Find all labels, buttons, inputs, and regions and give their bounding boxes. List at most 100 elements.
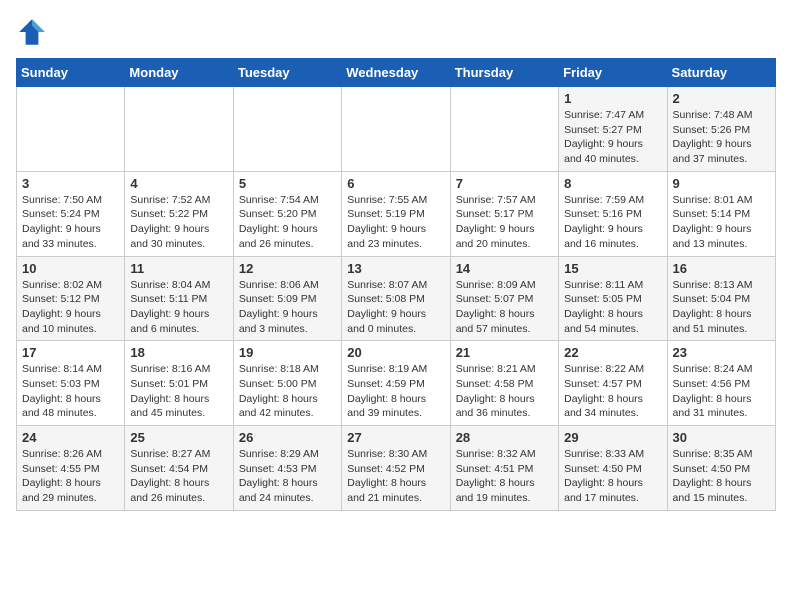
calendar-cell: 10 Sunrise: 8:02 AM Sunset: 5:12 PM Dayli… <box>17 256 125 341</box>
day-number: 23 <box>673 345 770 360</box>
calendar-week-3: 10 Sunrise: 8:02 AM Sunset: 5:12 PM Dayli… <box>17 256 776 341</box>
calendar-cell <box>233 87 341 172</box>
day-number: 7 <box>456 176 553 191</box>
calendar-header-monday: Monday <box>125 59 233 87</box>
calendar-week-5: 24 Sunrise: 8:26 AM Sunset: 4:55 PM Dayli… <box>17 426 776 511</box>
calendar-cell: 1Sunrise: 7:47 AM Sunset: 5:27 PM Daylig… <box>559 87 667 172</box>
day-info: Sunrise: 8:18 AM Sunset: 5:00 PM Dayligh… <box>239 362 336 421</box>
day-info: Sunrise: 8:33 AM Sunset: 4:50 PM Dayligh… <box>564 447 661 506</box>
day-number: 25 <box>130 430 227 445</box>
day-number: 8 <box>564 176 661 191</box>
day-info: Sunrise: 8:30 AM Sunset: 4:52 PM Dayligh… <box>347 447 444 506</box>
day-number: 26 <box>239 430 336 445</box>
day-info: Sunrise: 8:27 AM Sunset: 4:54 PM Dayligh… <box>130 447 227 506</box>
calendar-cell: 24 Sunrise: 8:26 AM Sunset: 4:55 PM Dayli… <box>17 426 125 511</box>
calendar-cell: 29 Sunrise: 8:33 AM Sunset: 4:50 PM Dayli… <box>559 426 667 511</box>
calendar-week-4: 17 Sunrise: 8:14 AM Sunset: 5:03 PM Dayli… <box>17 341 776 426</box>
calendar-header-sunday: Sunday <box>17 59 125 87</box>
calendar-cell: 26 Sunrise: 8:29 AM Sunset: 4:53 PM Dayli… <box>233 426 341 511</box>
day-number: 17 <box>22 345 119 360</box>
day-number: 21 <box>456 345 553 360</box>
calendar-cell: 3 Sunrise: 7:50 AM Sunset: 5:24 PM Daylig… <box>17 171 125 256</box>
calendar-cell: 2 Sunrise: 7:48 AM Sunset: 5:26 PM Daylig… <box>667 87 775 172</box>
day-info: Sunrise: 7:59 AM Sunset: 5:16 PM Dayligh… <box>564 193 661 252</box>
calendar-cell: 9 Sunrise: 8:01 AM Sunset: 5:14 PM Daylig… <box>667 171 775 256</box>
day-info: Sunrise: 7:48 AM Sunset: 5:26 PM Dayligh… <box>673 108 770 167</box>
day-info: Sunrise: 8:26 AM Sunset: 4:55 PM Dayligh… <box>22 447 119 506</box>
calendar-header-row: SundayMondayTuesdayWednesdayThursdayFrid… <box>17 59 776 87</box>
day-info: Sunrise: 7:57 AM Sunset: 5:17 PM Dayligh… <box>456 193 553 252</box>
calendar-cell: 12 Sunrise: 8:06 AM Sunset: 5:09 PM Dayli… <box>233 256 341 341</box>
calendar-week-1: 1Sunrise: 7:47 AM Sunset: 5:27 PM Daylig… <box>17 87 776 172</box>
day-info: Sunrise: 7:55 AM Sunset: 5:19 PM Dayligh… <box>347 193 444 252</box>
day-info: Sunrise: 8:07 AM Sunset: 5:08 PM Dayligh… <box>347 278 444 337</box>
day-number: 9 <box>673 176 770 191</box>
calendar-cell: 22 Sunrise: 8:22 AM Sunset: 4:57 PM Dayli… <box>559 341 667 426</box>
calendar-cell: 8 Sunrise: 7:59 AM Sunset: 5:16 PM Daylig… <box>559 171 667 256</box>
day-info: Sunrise: 8:02 AM Sunset: 5:12 PM Dayligh… <box>22 278 119 337</box>
calendar-cell: 21 Sunrise: 8:21 AM Sunset: 4:58 PM Dayli… <box>450 341 558 426</box>
calendar-cell: 6 Sunrise: 7:55 AM Sunset: 5:19 PM Daylig… <box>342 171 450 256</box>
calendar-cell <box>125 87 233 172</box>
calendar-cell: 5Sunrise: 7:54 AM Sunset: 5:20 PM Daylig… <box>233 171 341 256</box>
day-number: 15 <box>564 261 661 276</box>
day-info: Sunrise: 8:11 AM Sunset: 5:05 PM Dayligh… <box>564 278 661 337</box>
day-number: 3 <box>22 176 119 191</box>
day-number: 22 <box>564 345 661 360</box>
day-info: Sunrise: 8:29 AM Sunset: 4:53 PM Dayligh… <box>239 447 336 506</box>
calendar-cell: 16 Sunrise: 8:13 AM Sunset: 5:04 PM Dayli… <box>667 256 775 341</box>
calendar-cell: 28 Sunrise: 8:32 AM Sunset: 4:51 PM Dayli… <box>450 426 558 511</box>
day-info: Sunrise: 7:52 AM Sunset: 5:22 PM Dayligh… <box>130 193 227 252</box>
day-info: Sunrise: 8:01 AM Sunset: 5:14 PM Dayligh… <box>673 193 770 252</box>
calendar-cell: 27 Sunrise: 8:30 AM Sunset: 4:52 PM Dayli… <box>342 426 450 511</box>
day-info: Sunrise: 8:22 AM Sunset: 4:57 PM Dayligh… <box>564 362 661 421</box>
day-number: 13 <box>347 261 444 276</box>
day-info: Sunrise: 8:06 AM Sunset: 5:09 PM Dayligh… <box>239 278 336 337</box>
day-info: Sunrise: 8:16 AM Sunset: 5:01 PM Dayligh… <box>130 362 227 421</box>
day-number: 1 <box>564 91 661 106</box>
day-number: 28 <box>456 430 553 445</box>
day-info: Sunrise: 7:50 AM Sunset: 5:24 PM Dayligh… <box>22 193 119 252</box>
calendar-cell: 13 Sunrise: 8:07 AM Sunset: 5:08 PM Dayli… <box>342 256 450 341</box>
day-number: 5 <box>239 176 336 191</box>
calendar-header-tuesday: Tuesday <box>233 59 341 87</box>
day-info: Sunrise: 8:13 AM Sunset: 5:04 PM Dayligh… <box>673 278 770 337</box>
calendar-cell <box>342 87 450 172</box>
day-number: 16 <box>673 261 770 276</box>
day-number: 4 <box>130 176 227 191</box>
calendar-week-2: 3 Sunrise: 7:50 AM Sunset: 5:24 PM Daylig… <box>17 171 776 256</box>
day-number: 2 <box>673 91 770 106</box>
calendar-cell: 19 Sunrise: 8:18 AM Sunset: 5:00 PM Dayli… <box>233 341 341 426</box>
calendar-header-wednesday: Wednesday <box>342 59 450 87</box>
calendar-cell: 23Sunrise: 8:24 AM Sunset: 4:56 PM Dayli… <box>667 341 775 426</box>
logo <box>16 16 52 48</box>
day-number: 11 <box>130 261 227 276</box>
day-info: Sunrise: 8:32 AM Sunset: 4:51 PM Dayligh… <box>456 447 553 506</box>
day-number: 10 <box>22 261 119 276</box>
day-number: 29 <box>564 430 661 445</box>
day-number: 27 <box>347 430 444 445</box>
day-number: 30 <box>673 430 770 445</box>
day-info: Sunrise: 8:14 AM Sunset: 5:03 PM Dayligh… <box>22 362 119 421</box>
day-info: Sunrise: 8:35 AM Sunset: 4:50 PM Dayligh… <box>673 447 770 506</box>
day-number: 24 <box>22 430 119 445</box>
day-info: Sunrise: 8:04 AM Sunset: 5:11 PM Dayligh… <box>130 278 227 337</box>
day-number: 19 <box>239 345 336 360</box>
day-info: Sunrise: 8:19 AM Sunset: 4:59 PM Dayligh… <box>347 362 444 421</box>
calendar-cell: 18Sunrise: 8:16 AM Sunset: 5:01 PM Dayli… <box>125 341 233 426</box>
calendar-cell: 17 Sunrise: 8:14 AM Sunset: 5:03 PM Dayli… <box>17 341 125 426</box>
calendar-header-saturday: Saturday <box>667 59 775 87</box>
calendar-header-thursday: Thursday <box>450 59 558 87</box>
day-info: Sunrise: 8:09 AM Sunset: 5:07 PM Dayligh… <box>456 278 553 337</box>
calendar-cell: 11 Sunrise: 8:04 AM Sunset: 5:11 PM Dayli… <box>125 256 233 341</box>
day-number: 12 <box>239 261 336 276</box>
calendar-cell: 7 Sunrise: 7:57 AM Sunset: 5:17 PM Daylig… <box>450 171 558 256</box>
calendar-table: SundayMondayTuesdayWednesdayThursdayFrid… <box>16 58 776 511</box>
calendar-cell: 15 Sunrise: 8:11 AM Sunset: 5:05 PM Dayli… <box>559 256 667 341</box>
calendar-header-friday: Friday <box>559 59 667 87</box>
logo-icon <box>16 16 48 48</box>
day-info: Sunrise: 8:21 AM Sunset: 4:58 PM Dayligh… <box>456 362 553 421</box>
day-number: 14 <box>456 261 553 276</box>
calendar-cell: 20Sunrise: 8:19 AM Sunset: 4:59 PM Dayli… <box>342 341 450 426</box>
day-number: 6 <box>347 176 444 191</box>
